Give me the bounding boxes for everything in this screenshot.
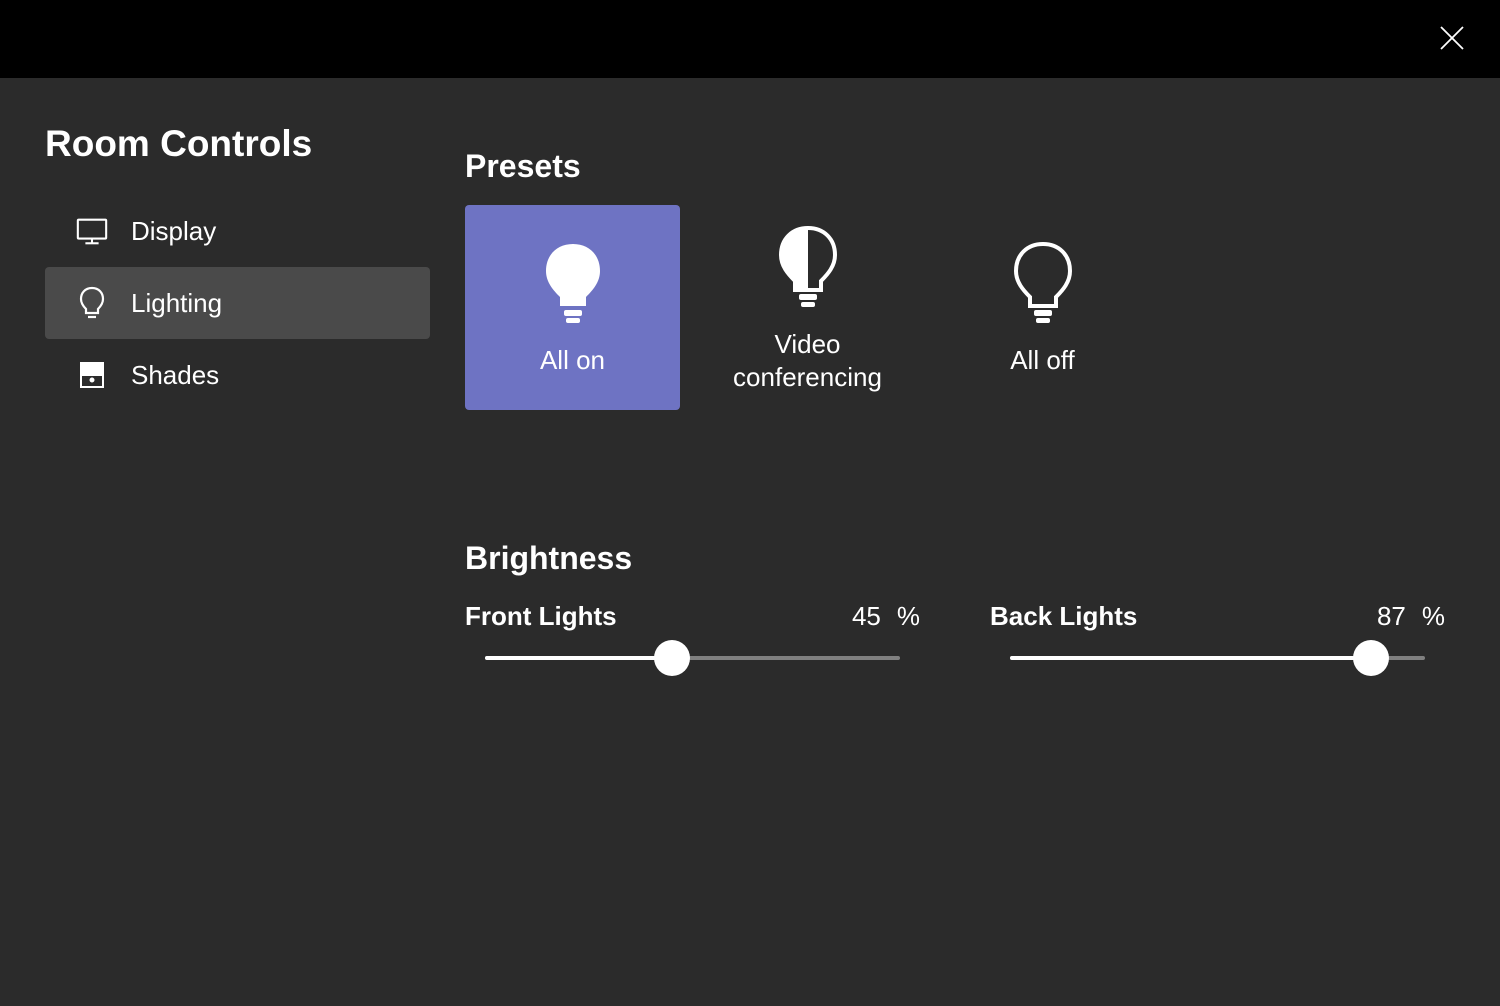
slider-back-lights: Back Lights 87 % — [990, 601, 1445, 660]
sliders-row: Front Lights 45 % — [465, 601, 1455, 660]
bulb-outline-icon — [1003, 238, 1083, 328]
close-button[interactable] — [1434, 20, 1470, 56]
slider-header: Back Lights 87 % — [990, 601, 1445, 632]
sidebar-item-display[interactable]: Display — [45, 195, 430, 267]
preset-label: All off — [1010, 344, 1075, 377]
nav-list: Display Lighting — [45, 195, 430, 411]
slider-front-lights: Front Lights 45 % — [465, 601, 920, 660]
slider-label: Back Lights — [990, 601, 1137, 632]
main-panel: Presets All on — [430, 123, 1455, 660]
slider-value-unit: % — [897, 601, 920, 632]
presets-row: All on Video conferencing — [465, 205, 1455, 410]
slider-track — [485, 656, 900, 660]
slider-control[interactable] — [990, 656, 1445, 660]
brightness-title: Brightness — [465, 540, 1455, 577]
slider-header: Front Lights 45 % — [465, 601, 920, 632]
preset-video-conferencing[interactable]: Video conferencing — [700, 205, 915, 410]
preset-all-on[interactable]: All on — [465, 205, 680, 410]
presets-title: Presets — [465, 148, 1455, 185]
slider-thumb[interactable] — [1353, 640, 1389, 676]
preset-label: All on — [540, 344, 605, 377]
sidebar: Room Controls Display — [45, 123, 430, 660]
slider-track — [1010, 656, 1425, 660]
presets-section: Presets All on — [465, 148, 1455, 410]
slider-fill — [485, 656, 672, 660]
sidebar-item-lighting[interactable]: Lighting — [45, 267, 430, 339]
sidebar-item-label: Shades — [131, 360, 219, 391]
shades-icon — [75, 358, 109, 392]
monitor-icon — [75, 214, 109, 248]
slider-thumb[interactable] — [654, 640, 690, 676]
slider-value: 45 % — [852, 601, 920, 632]
sidebar-item-label: Display — [131, 216, 216, 247]
slider-value-unit: % — [1422, 601, 1445, 632]
header-bar — [0, 0, 1500, 78]
slider-value-number: 87 — [1377, 601, 1406, 632]
page-title: Room Controls — [45, 123, 430, 165]
bulb-full-icon — [533, 238, 613, 328]
slider-value: 87 % — [1377, 601, 1445, 632]
slider-label: Front Lights — [465, 601, 617, 632]
slider-fill — [1010, 656, 1371, 660]
slider-control[interactable] — [465, 656, 920, 660]
content-area: Room Controls Display — [0, 78, 1500, 660]
sidebar-item-shades[interactable]: Shades — [45, 339, 430, 411]
sidebar-item-label: Lighting — [131, 288, 222, 319]
bulb-icon — [75, 286, 109, 320]
brightness-section: Brightness Front Lights 45 % — [465, 540, 1455, 660]
preset-label: Video conferencing — [700, 328, 915, 393]
preset-all-off[interactable]: All off — [935, 205, 1150, 410]
close-icon — [1439, 25, 1465, 51]
slider-value-number: 45 — [852, 601, 881, 632]
bulb-half-icon — [768, 222, 848, 312]
